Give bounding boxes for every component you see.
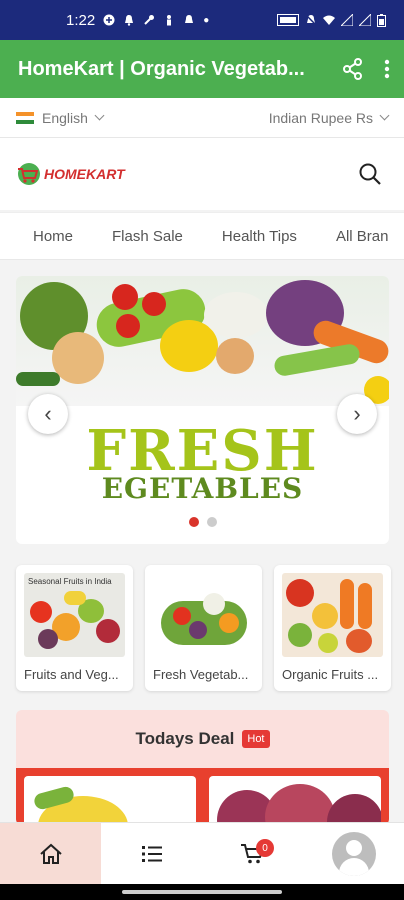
bottom-nav: 0	[0, 822, 404, 885]
category-label: Organic Fruits ...	[282, 667, 379, 682]
bottom-nav-profile[interactable]	[303, 823, 404, 885]
signal-icon-2	[359, 14, 371, 26]
carousel-next-button[interactable]: ›	[337, 394, 377, 434]
language-selector[interactable]: English	[16, 109, 105, 126]
bottom-nav-cart[interactable]: 0	[202, 823, 303, 885]
list-icon	[141, 846, 162, 862]
nav-tabs: Home Flash Sale Health Tips All Bran	[0, 212, 404, 260]
nav-item-home[interactable]: Home	[33, 228, 73, 245]
category-label: Fruits and Veg...	[24, 667, 119, 682]
hot-badge: Hot	[242, 730, 270, 748]
battery-icon	[377, 13, 386, 27]
category-label: Fresh Vegetab...	[153, 667, 249, 682]
banner-subline: EGETABLES	[101, 472, 304, 505]
category-list: Seasonal Fruits in India Fruits and Veg.…	[16, 565, 391, 691]
nav-item-all-brands[interactable]: All Bran	[336, 228, 389, 245]
category-image: Seasonal Fruits in India	[24, 573, 125, 657]
hd-icon	[277, 14, 299, 26]
app-bar: HomeKart | Organic Vegetab...	[0, 40, 404, 98]
bottom-nav-home[interactable]	[0, 823, 101, 885]
logo[interactable]: HOMEKART	[16, 162, 125, 186]
vegetables-image	[16, 276, 389, 406]
chevron-down-icon	[379, 110, 390, 121]
status-bar: 1:22 ●	[0, 0, 404, 40]
bell-icon	[125, 15, 134, 26]
locale-bar: English Indian Rupee Rs	[0, 98, 404, 138]
logo-text: HOMEKART	[44, 166, 125, 182]
currency-label: Indian Rupee Rs	[268, 109, 373, 126]
carousel-dot-2[interactable]	[206, 517, 217, 527]
hero-banner[interactable]: FRESH EGETABLES ‹ ›	[16, 276, 389, 544]
more-vert-icon[interactable]	[384, 59, 390, 79]
todays-deal-section: Todays Deal Hot	[16, 710, 389, 825]
section-title: Todays Deal	[135, 729, 235, 748]
category-card[interactable]: Seasonal Fruits in India Fruits and Veg.…	[16, 565, 133, 691]
avatar	[331, 832, 376, 876]
person-icon	[167, 15, 172, 26]
mute-icon	[305, 14, 317, 26]
chevron-down-icon	[94, 110, 105, 121]
signal-icon	[341, 14, 353, 26]
nav-item-health-tips[interactable]: Health Tips	[222, 228, 297, 245]
status-time: 1:22	[66, 11, 96, 29]
wifi-icon	[323, 15, 335, 25]
search-icon[interactable]	[358, 162, 382, 186]
nav-item-flash-sale[interactable]: Flash Sale	[112, 228, 183, 245]
home-indicator[interactable]	[122, 890, 282, 894]
deal-product-card[interactable]	[209, 776, 381, 825]
category-image-caption: Seasonal Fruits in India	[28, 577, 112, 586]
page-title: HomeKart | Organic Vegetab...	[18, 57, 305, 80]
home-icon	[39, 843, 62, 864]
category-card[interactable]: Organic Fruits ...	[274, 565, 391, 691]
currency-selector[interactable]: Indian Rupee Rs	[268, 109, 390, 126]
bottom-nav-categories[interactable]	[101, 823, 202, 885]
chevron-right-icon: ›	[353, 401, 361, 426]
notification-icon	[103, 14, 115, 26]
chevron-left-icon: ‹	[44, 401, 52, 426]
category-image	[282, 573, 383, 657]
gesture-bar	[0, 884, 404, 900]
logo-bar: HOMEKART	[0, 138, 404, 210]
dot-icon: ●	[203, 14, 210, 26]
cart-count-badge: 0	[256, 839, 274, 857]
category-card[interactable]: Fresh Vegetab...	[145, 565, 262, 691]
deal-product-card[interactable]	[24, 776, 196, 825]
carousel-dot-1[interactable]	[188, 517, 199, 527]
carousel-prev-button[interactable]: ‹	[28, 394, 68, 434]
india-flag-icon	[16, 111, 34, 124]
bell-icon-2	[185, 15, 194, 23]
carousel-dots	[16, 517, 389, 527]
share-icon[interactable]	[342, 58, 364, 80]
category-image	[153, 573, 254, 657]
wrench-icon	[144, 15, 155, 25]
language-label: English	[42, 109, 88, 126]
cart-logo-icon	[18, 163, 40, 185]
